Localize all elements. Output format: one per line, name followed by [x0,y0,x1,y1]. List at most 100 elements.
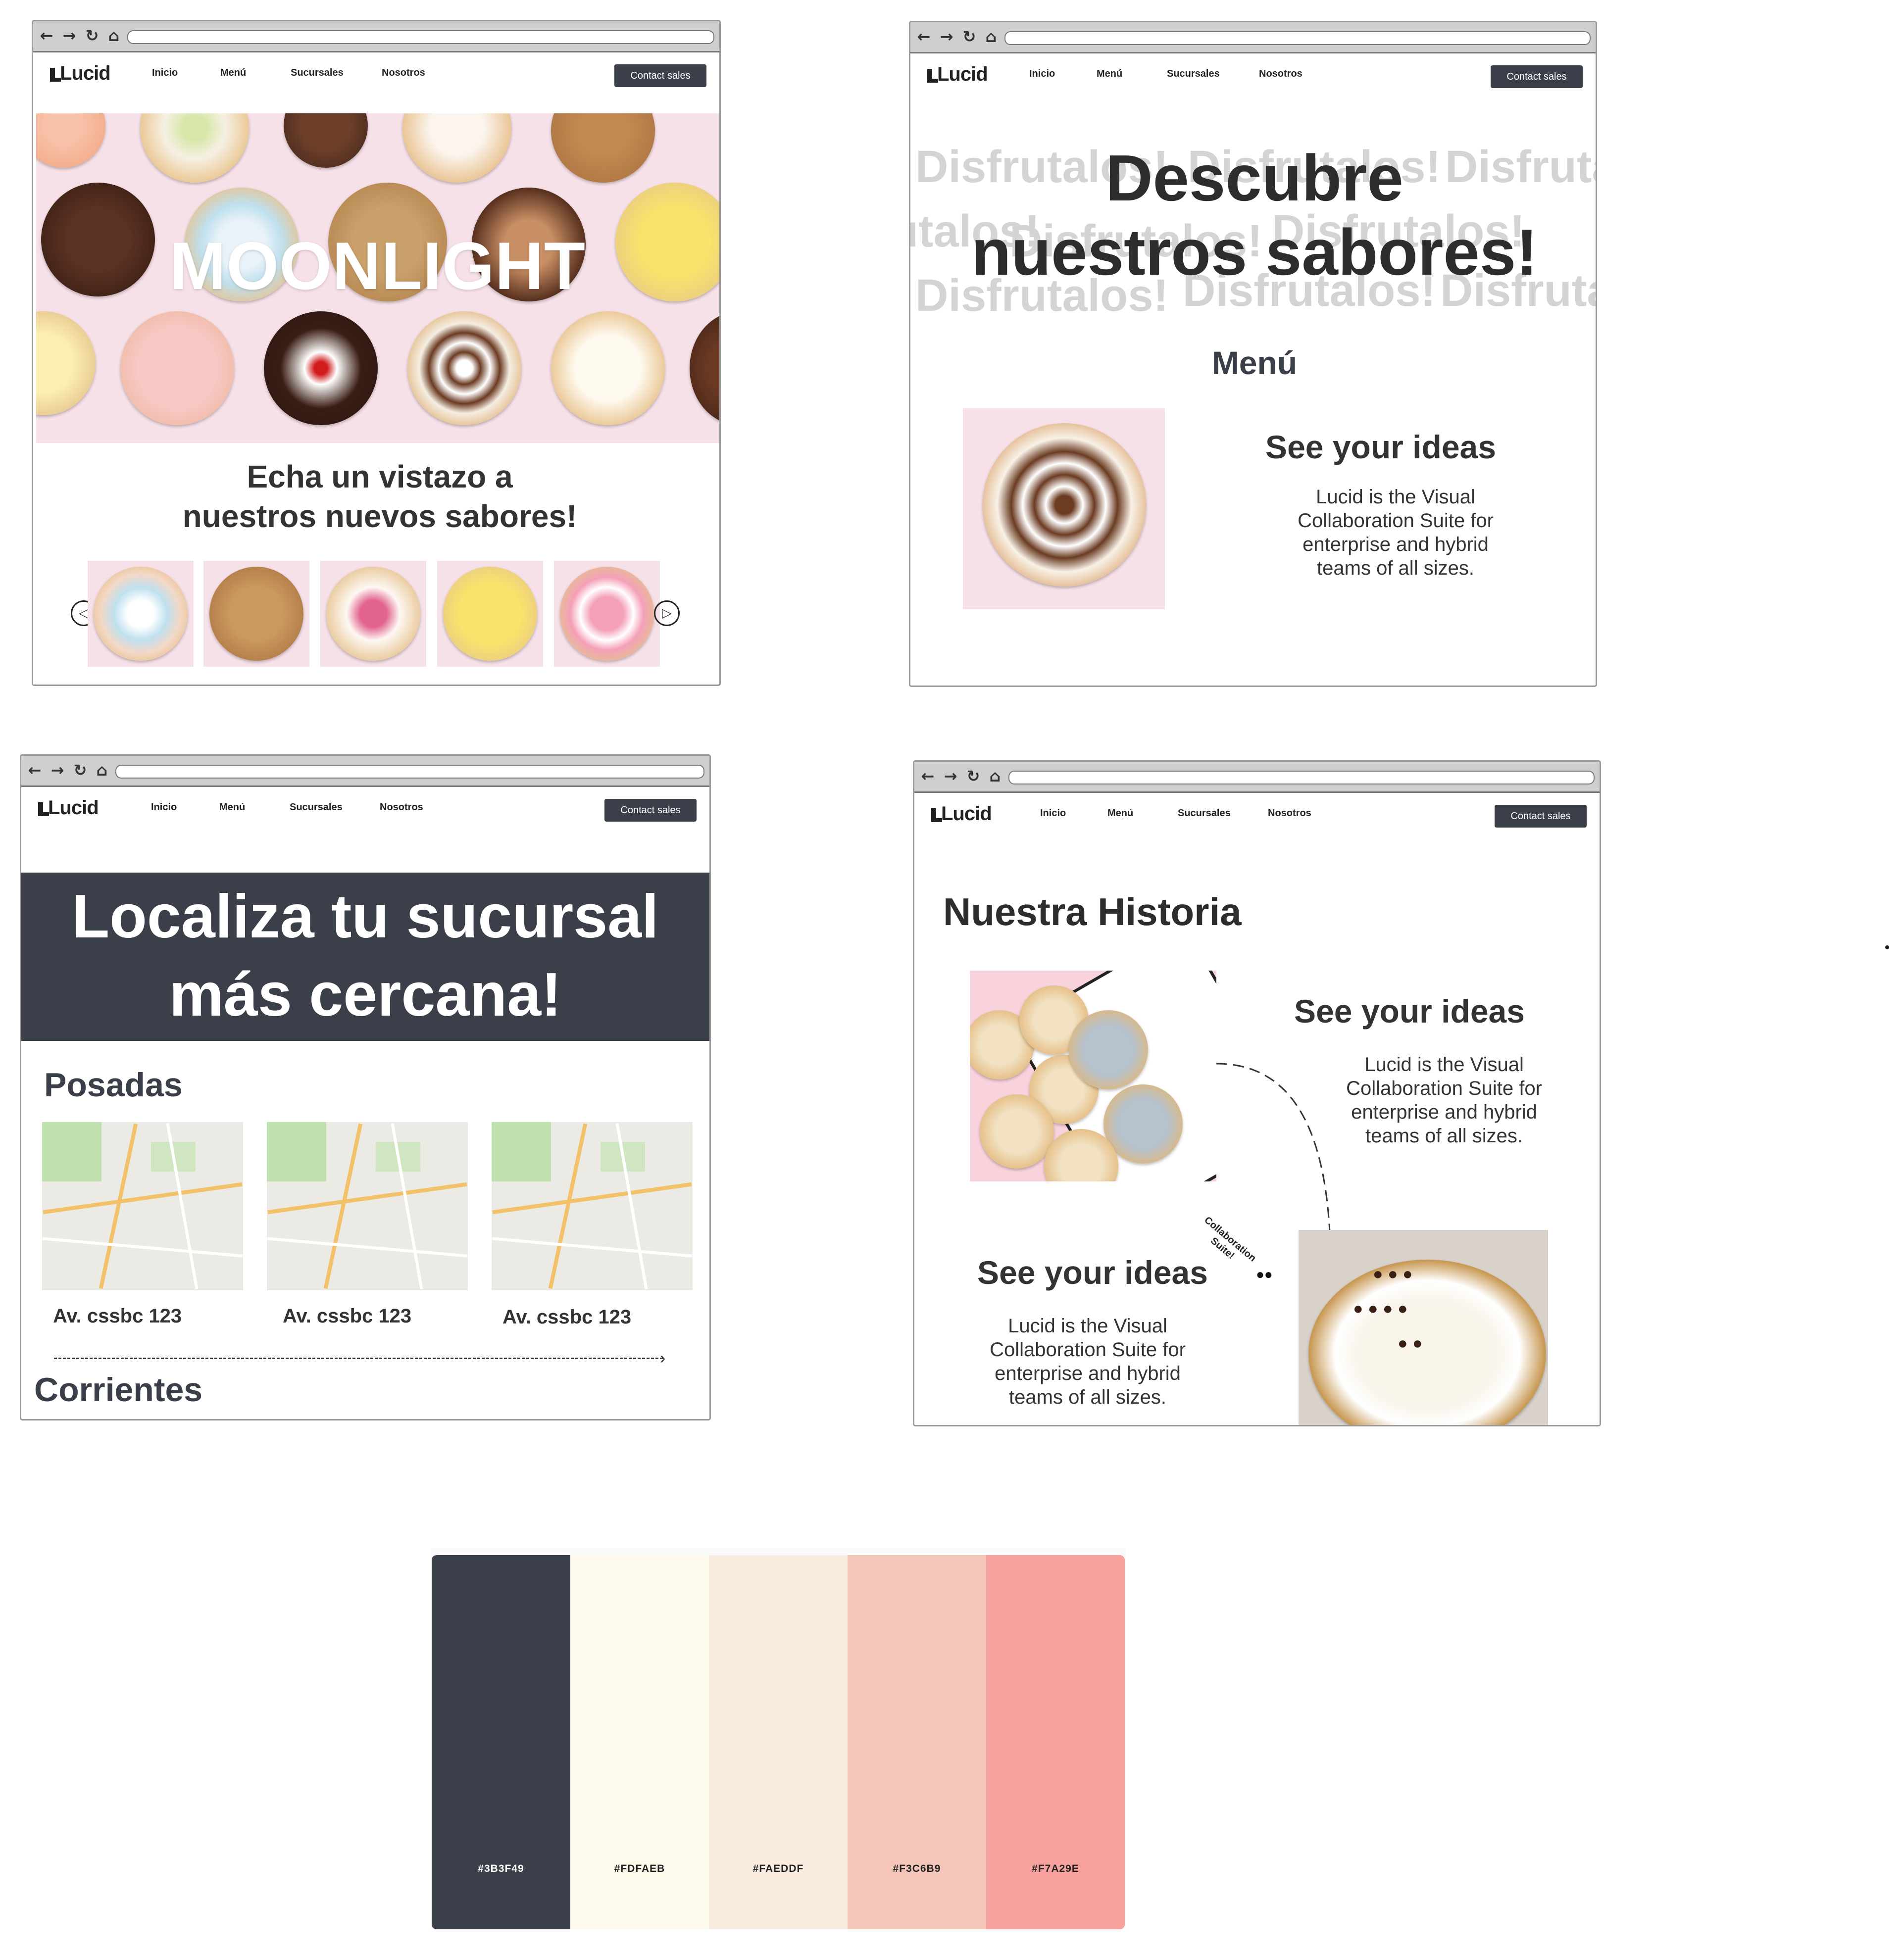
story-block-title: See your ideas [1294,993,1525,1029]
story-image-1 [970,971,1216,1181]
address-bar[interactable] [115,765,704,779]
logo[interactable]: Lucid [38,797,99,819]
nav-link-nosotros[interactable]: Nosotros [1268,808,1311,819]
carousel-item[interactable] [554,561,660,667]
reload-icon[interactable]: ↻ [960,27,979,46]
contact-sales-button[interactable]: Contact sales [1495,805,1587,828]
region-title: Corrientes [34,1371,203,1409]
carousel-item[interactable] [437,561,543,667]
browser-frame-about: ← → ↻ ⌂ Lucid Inicio Menú Sucursales Nos… [913,760,1601,1426]
story-block-title: See your ideas [977,1254,1208,1291]
browser-toolbar: ← → ↻ ⌂ [914,762,1600,793]
nav-link-nosotros[interactable]: Nosotros [1259,68,1303,80]
dashed-arrow [54,1358,663,1359]
arrow-head-icon: › [660,1349,666,1368]
forward-icon[interactable]: → [48,761,67,780]
section-title: Menú [1211,344,1298,381]
nav-link-menu[interactable]: Menú [220,67,246,79]
color-swatch[interactable]: #3B3F49 [432,1555,570,1929]
color-swatch[interactable]: #F3C6B9 [848,1555,986,1929]
color-swatch[interactable]: #F7A29E [986,1555,1125,1929]
forward-icon[interactable]: → [941,767,960,785]
site-nav: Lucid Inicio Menú Sucursales Nosotros Co… [914,793,1600,842]
hero-cookies-image: MOONLIGHT [36,113,719,443]
nav-link-nosotros[interactable]: Nosotros [380,802,423,813]
story-block-text: Lucid is the Visual Collaboration Suite … [990,1315,1186,1408]
color-palette: #3B3F49 #FDFAEB #FAEDDF #F3C6B9 #F7A29E [431,1548,1126,1929]
contact-sales-button[interactable]: Contact sales [614,64,706,87]
nav-link-inicio[interactable]: Inicio [1029,68,1055,80]
address-bar[interactable] [127,30,714,44]
menu-item-image [963,408,1165,609]
color-code: #F7A29E [1032,1863,1079,1874]
contact-sales-button[interactable]: Contact sales [604,799,697,822]
browser-frame-menu: ← → ↻ ⌂ Lucid Inicio Menú Sucursales Nos… [909,21,1597,687]
browser-toolbar: ← → ↻ ⌂ [910,22,1596,53]
site-nav: Lucid Inicio Menú Sucursales Nosotros Co… [21,787,709,836]
logo[interactable]: Lucid [927,63,988,86]
hero-banner: Localiza tu sucursal más cercana! [21,873,709,1041]
nav-link-sucursales[interactable]: Sucursales [291,67,344,79]
reload-icon[interactable]: ↻ [71,761,90,780]
color-code: #F3C6B9 [893,1863,941,1874]
nav-link-sucursales[interactable]: Sucursales [1178,808,1231,819]
contact-sales-button[interactable]: Contact sales [1491,65,1583,88]
logo[interactable]: Lucid [50,62,111,85]
card-title: See your ideas [1265,429,1496,465]
reload-icon[interactable]: ↻ [83,26,101,45]
hero-title: MOONLIGHT [170,228,586,303]
address-bar[interactable] [1008,771,1595,784]
nav-link-sucursales[interactable]: Sucursales [1167,68,1220,80]
browser-frame-branches: ← → ↻ ⌂ Lucid Inicio Menú Sucursales Nos… [20,754,711,1420]
address-bar[interactable] [1004,31,1591,45]
story-block-text: Lucid is the Visual Collaboration Suite … [1346,1054,1542,1147]
forward-icon[interactable]: → [937,27,956,46]
carousel-item[interactable] [88,561,194,667]
color-code: #FAEDDF [752,1863,804,1874]
hero-title: Descubre nuestros sabores! [971,142,1538,289]
carousel-item[interactable] [203,561,309,667]
back-icon[interactable]: ← [914,27,933,46]
nav-link-menu[interactable]: Menú [219,802,245,813]
section-heading: Echa un vistazo a nuestros nuevos sabore… [182,459,577,534]
page-title: Nuestra Historia [943,890,1242,933]
carousel-next-icon[interactable]: ▷ [654,600,680,626]
branch-map[interactable] [267,1122,468,1290]
color-swatch[interactable]: #FAEDDF [709,1555,848,1929]
card-text: Lucid is the Visual Collaboration Suite … [1298,486,1494,579]
home-icon[interactable]: ⌂ [986,767,1004,785]
color-code: #FDFAEB [614,1863,665,1874]
home-icon[interactable]: ⌂ [982,27,1001,46]
site-nav: Lucid Inicio Menú Sucursales Nosotros Co… [33,52,719,102]
ink-drops-icon: ●● [1256,1267,1273,1282]
nav-link-menu[interactable]: Menú [1097,68,1122,80]
branch-map[interactable] [42,1122,243,1290]
nav-link-inicio[interactable]: Inicio [152,67,178,79]
color-code: #3B3F49 [478,1863,524,1874]
branch-address: Av. cssbc 123 [53,1305,182,1327]
reload-icon[interactable]: ↻ [964,767,983,785]
color-swatch[interactable]: #FDFAEB [570,1555,709,1929]
nav-link-menu[interactable]: Menú [1107,808,1133,819]
branch-address: Av. cssbc 123 [283,1305,412,1327]
browser-frame-home: ← → ↻ ⌂ Lucid Inicio Menú Sucursales Nos… [32,20,721,686]
forward-icon[interactable]: → [60,26,79,45]
nav-link-sucursales[interactable]: Sucursales [290,802,343,813]
logo[interactable]: Lucid [931,803,992,825]
hero-title: Localiza tu sucursal más cercana! [72,882,659,1029]
browser-toolbar: ← → ↻ ⌂ [21,756,709,787]
branch-address: Av. cssbc 123 [502,1306,632,1328]
nav-link-inicio[interactable]: Inicio [151,802,177,813]
carousel-item[interactable] [320,561,426,667]
nav-link-inicio[interactable]: Inicio [1040,808,1066,819]
home-icon[interactable]: ⌂ [104,26,123,45]
back-icon[interactable]: ← [37,26,56,45]
nav-link-nosotros[interactable]: Nosotros [382,67,425,79]
back-icon[interactable]: ← [918,767,937,785]
site-nav: Lucid Inicio Menú Sucursales Nosotros Co… [910,53,1596,103]
back-icon[interactable]: ← [25,761,44,780]
story-image-2: ● ● ● ● ● ● ● ● ● [1299,1230,1548,1425]
home-icon[interactable]: ⌂ [93,761,111,780]
browser-toolbar: ← → ↻ ⌂ [33,21,719,52]
branch-map[interactable] [492,1122,693,1290]
